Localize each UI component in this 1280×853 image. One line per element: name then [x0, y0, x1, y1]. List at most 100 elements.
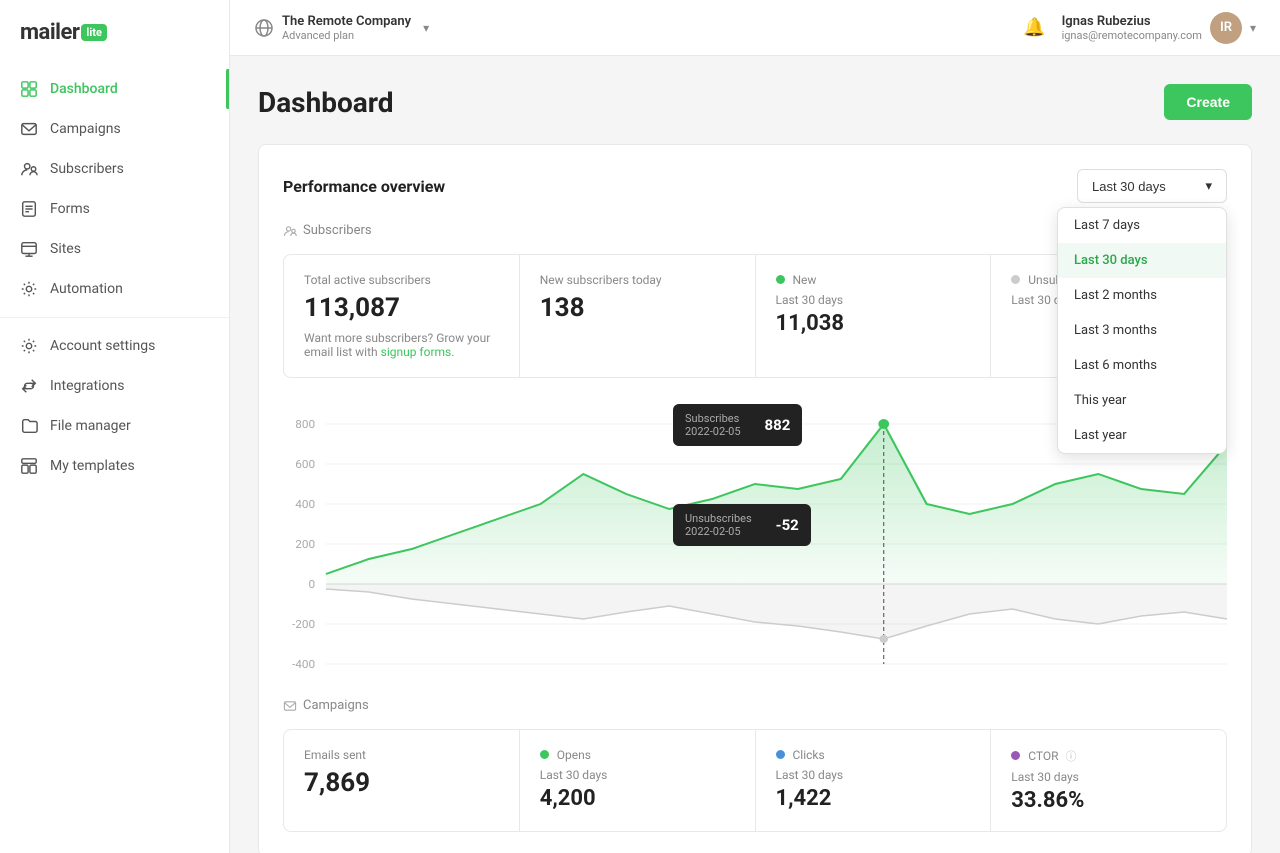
ctor-dot — [1011, 751, 1020, 760]
clicks-value: 1,422 — [776, 786, 971, 811]
logo: mailerlite — [0, 0, 229, 69]
sidebar-label-automation: Automation — [50, 281, 123, 297]
notifications-bell-icon[interactable]: 🔔 — [1023, 17, 1045, 38]
brand-name: mailer — [20, 20, 79, 45]
clicks-stat: Clicks Last 30 days 1,422 — [756, 730, 992, 831]
forms-icon — [20, 200, 38, 218]
automation-icon — [20, 280, 38, 298]
total-active-label: Total active subscribers — [304, 273, 499, 287]
sidebar-label-sites: Sites — [50, 241, 81, 257]
sidebar-item-my-templates[interactable]: My templates — [0, 446, 229, 486]
ctor-label: CTOR ⓘ — [1011, 748, 1206, 764]
ctor-stat: CTOR ⓘ Last 30 days 33.86% — [991, 730, 1226, 831]
integrations-icon — [20, 377, 38, 395]
svg-text:-400: -400 — [292, 657, 315, 671]
campaigns-section-label: Campaigns — [283, 698, 1227, 713]
performance-overview-card: Performance overview Last 30 days ▾ Last… — [258, 144, 1252, 853]
topbar-company[interactable]: The Remote Company Advanced plan ▾ — [254, 14, 429, 42]
brand-badge: lite — [81, 24, 107, 41]
total-active-value: 113,087 — [304, 293, 499, 323]
dashboard-icon — [20, 80, 38, 98]
svg-text:400: 400 — [295, 497, 315, 511]
opens-dot — [540, 750, 549, 759]
period-option-7days[interactable]: Last 7 days — [1058, 208, 1226, 243]
topbar-right: 🔔 Ignas Rubezius ignas@remotecompany.com… — [1023, 12, 1256, 44]
campaigns-section: Campaigns Emails sent 7,869 Opens Last 3… — [283, 698, 1227, 832]
sidebar-item-campaigns[interactable]: Campaigns — [0, 109, 229, 149]
sidebar-item-subscribers[interactable]: Subscribers — [0, 149, 229, 189]
svg-text:0: 0 — [309, 577, 316, 591]
sidebar-item-sites[interactable]: Sites — [0, 229, 229, 269]
ctor-period: Last 30 days — [1011, 770, 1206, 784]
chart-tooltip-dot-green — [878, 419, 889, 429]
unsub-dot — [1011, 275, 1020, 284]
sidebar-item-integrations[interactable]: Integrations — [0, 366, 229, 406]
sidebar-label-forms: Forms — [50, 201, 90, 217]
new-dot — [776, 275, 785, 284]
period-dropdown-wrapper[interactable]: Last 30 days ▾ Last 7 days Last 30 days … — [1077, 169, 1227, 203]
period-dropdown-menu: Last 7 days Last 30 days Last 2 months L… — [1057, 207, 1227, 454]
settings-icon — [20, 337, 38, 355]
user-chevron-icon: ▾ — [1250, 21, 1256, 35]
file-manager-icon — [20, 417, 38, 435]
svg-text:800: 800 — [295, 417, 315, 431]
emails-sent-stat: Emails sent 7,869 — [284, 730, 520, 831]
period-option-this-year[interactable]: This year — [1058, 383, 1226, 418]
create-button[interactable]: Create — [1164, 84, 1252, 120]
sidebar: mailerlite Dashboard Campaigns — [0, 0, 230, 853]
new-period-sub: Last 30 days — [776, 293, 971, 307]
sidebar-item-file-manager[interactable]: File manager — [0, 406, 229, 446]
clicks-period: Last 30 days — [776, 768, 971, 782]
sidebar-item-automation[interactable]: Automation — [0, 269, 229, 309]
ctor-value: 33.86% — [1011, 788, 1206, 813]
sidebar-label-integrations: Integrations — [50, 378, 124, 394]
period-option-last-year[interactable]: Last year — [1058, 418, 1226, 453]
emails-sent-label: Emails sent — [304, 748, 499, 762]
new-period-label: New — [776, 273, 971, 287]
company-plan: Advanced plan — [282, 29, 411, 42]
emails-sent-value: 7,869 — [304, 768, 499, 798]
subscribers-section-text: Subscribers — [303, 223, 372, 238]
sidebar-item-dashboard[interactable]: Dashboard — [0, 69, 229, 109]
campaigns-section-icon — [283, 699, 297, 713]
svg-text:200: 200 — [295, 537, 315, 551]
campaigns-stats-row: Emails sent 7,869 Opens Last 30 days 4,2… — [283, 729, 1227, 832]
sidebar-item-forms[interactable]: Forms — [0, 189, 229, 229]
period-dropdown-label: Last 30 days — [1092, 179, 1166, 194]
period-option-30days[interactable]: Last 30 days — [1058, 243, 1226, 278]
company-name: The Remote Company — [282, 14, 411, 29]
sidebar-nav: Dashboard Campaigns Subscribers — [0, 69, 229, 486]
grow-text: Want more subscribers? Grow your email l… — [304, 331, 499, 359]
main-area: The Remote Company Advanced plan ▾ 🔔 Ign… — [230, 0, 1280, 853]
company-info: The Remote Company Advanced plan — [282, 14, 411, 42]
subscribers-section-icon — [283, 224, 297, 238]
chart-gray-area — [326, 584, 1227, 639]
clicks-label: Clicks — [776, 748, 971, 762]
signup-forms-link[interactable]: signup forms — [381, 345, 452, 359]
campaigns-section-text: Campaigns — [303, 698, 369, 713]
new-today-stat: New subscribers today 138 — [520, 255, 756, 377]
user-menu[interactable]: Ignas Rubezius ignas@remotecompany.com I… — [1062, 12, 1256, 44]
period-option-2months[interactable]: Last 2 months — [1058, 278, 1226, 313]
period-dropdown-chevron-icon: ▾ — [1205, 178, 1212, 194]
sites-icon — [20, 240, 38, 258]
sidebar-item-account-settings[interactable]: Account settings — [0, 326, 229, 366]
topbar: The Remote Company Advanced plan ▾ 🔔 Ign… — [230, 0, 1280, 56]
campaigns-icon — [20, 120, 38, 138]
svg-text:600: 600 — [295, 457, 315, 471]
ctor-info-icon: ⓘ — [1066, 750, 1077, 763]
templates-icon — [20, 457, 38, 475]
total-active-stat: Total active subscribers 113,087 Want mo… — [284, 255, 520, 377]
new-today-label: New subscribers today — [540, 273, 735, 287]
company-chevron-icon: ▾ — [423, 21, 429, 35]
opens-stat: Opens Last 30 days 4,200 — [520, 730, 756, 831]
new-period-stat: New Last 30 days 11,038 — [756, 255, 992, 377]
period-dropdown-button[interactable]: Last 30 days ▾ — [1077, 169, 1227, 203]
period-option-6months[interactable]: Last 6 months — [1058, 348, 1226, 383]
sidebar-label-dashboard: Dashboard — [50, 81, 118, 97]
card-title: Performance overview — [283, 177, 445, 196]
avatar: IR — [1210, 12, 1242, 44]
chart-tooltip-dot-gray — [879, 635, 888, 643]
user-name: Ignas Rubezius — [1062, 14, 1202, 29]
period-option-3months[interactable]: Last 3 months — [1058, 313, 1226, 348]
